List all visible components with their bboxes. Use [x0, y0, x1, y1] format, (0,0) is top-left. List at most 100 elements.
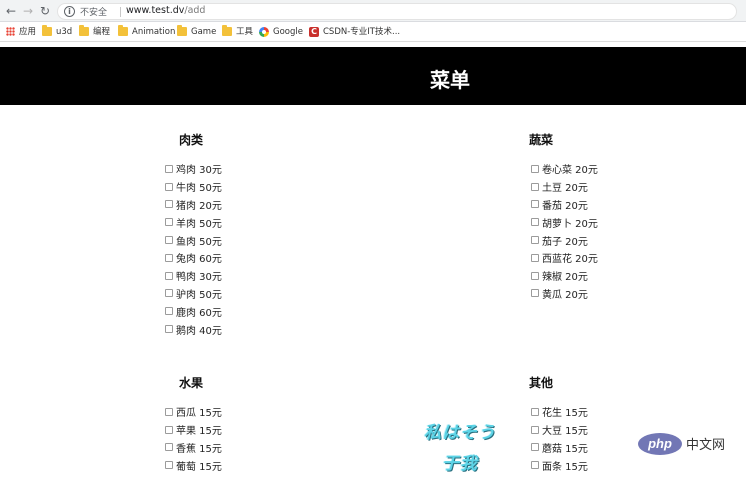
category-title: 肉类	[179, 133, 204, 147]
page-header: 菜单	[0, 47, 746, 105]
watermark: 私はそう 于我	[415, 418, 505, 479]
menu-item[interactable]: 鸡肉 30元	[165, 160, 222, 178]
google-icon	[259, 27, 269, 37]
item-checkbox[interactable]	[165, 182, 173, 191]
menu-item[interactable]: 苹果 15元	[165, 421, 222, 439]
item-checkbox[interactable]	[165, 164, 173, 173]
folder-icon	[79, 25, 89, 36]
item-label: 苹果 15元	[176, 426, 222, 438]
address-bar[interactable]: i 不安全 www.test.dv/add	[57, 3, 737, 20]
item-label: 鹿肉 60元	[176, 307, 222, 319]
menu-item[interactable]: 面条 15元	[531, 456, 588, 474]
item-checkbox[interactable]	[165, 271, 173, 280]
item-checkbox[interactable]	[531, 407, 539, 416]
bookmark-label: 应用	[19, 27, 37, 37]
item-checkbox[interactable]	[531, 164, 539, 173]
bookmark-google[interactable]: Google	[259, 26, 303, 38]
watermark-line: 私はそう	[424, 423, 496, 443]
item-label: 黄瓜 20元	[542, 289, 588, 301]
item-checkbox[interactable]	[165, 461, 173, 470]
page-title: 菜单	[430, 68, 470, 92]
bookmark-apps[interactable]: 应用	[6, 26, 36, 38]
folder-icon	[118, 25, 128, 36]
item-label: 西瓜 15元	[176, 408, 222, 420]
bookmark-label: 工具	[236, 27, 254, 37]
apps-icon	[6, 27, 15, 36]
menu-item[interactable]: 葡萄 15元	[165, 456, 222, 474]
menu-item[interactable]: 鹿肉 60元	[165, 302, 222, 320]
bookmark-csdn[interactable]: C CSDN-专业IT技术...	[309, 26, 400, 38]
item-checkbox[interactable]	[165, 218, 173, 227]
item-label: 鸭肉 30元	[176, 272, 222, 284]
forward-icon[interactable]: →	[20, 3, 36, 19]
item-checkbox[interactable]	[165, 443, 173, 452]
item-checkbox[interactable]	[531, 200, 539, 209]
item-label: 葡萄 15元	[176, 461, 222, 473]
bookmark-game[interactable]: Game	[177, 25, 216, 38]
php-site-name: 中文网	[686, 438, 726, 453]
item-checkbox[interactable]	[531, 425, 539, 434]
category-title: 其他	[529, 376, 554, 390]
menu-item[interactable]: 花生 15元	[531, 403, 588, 421]
item-checkbox[interactable]	[531, 182, 539, 191]
menu-item[interactable]: 猪肉 20元	[165, 196, 222, 214]
menu-item[interactable]: 大豆 15元	[531, 421, 588, 439]
menu-item[interactable]: 土豆 20元	[531, 178, 598, 196]
item-checkbox[interactable]	[165, 325, 173, 334]
item-checkbox[interactable]	[531, 461, 539, 470]
item-checkbox[interactable]	[531, 253, 539, 262]
bookmark-tools[interactable]: 工具	[222, 25, 254, 38]
menu-item[interactable]: 鹅肉 40元	[165, 320, 222, 338]
item-label: 茄子 20元	[542, 236, 588, 248]
item-checkbox[interactable]	[165, 307, 173, 316]
item-checkbox[interactable]	[165, 289, 173, 298]
menu-item[interactable]: 西蓝花 20元	[531, 249, 598, 267]
item-label: 土豆 20元	[542, 183, 588, 195]
menu-item[interactable]: 蘑菇 15元	[531, 439, 588, 457]
menu-item[interactable]: 鱼肉 50元	[165, 231, 222, 249]
bookmark-programming[interactable]: 编程	[79, 25, 110, 38]
item-label: 牛肉 50元	[176, 183, 222, 195]
menu-item[interactable]: 牛肉 50元	[165, 178, 222, 196]
item-checkbox[interactable]	[531, 271, 539, 280]
security-label: 不安全	[80, 8, 108, 18]
item-checkbox[interactable]	[165, 236, 173, 245]
menu-item[interactable]: 卷心菜 20元	[531, 160, 598, 178]
item-checkbox[interactable]	[531, 443, 539, 452]
bookmark-label: Animation	[132, 27, 176, 37]
menu-item[interactable]: 驴肉 50元	[165, 285, 222, 303]
item-checkbox[interactable]	[165, 407, 173, 416]
info-icon[interactable]: i	[64, 6, 75, 17]
item-checkbox[interactable]	[531, 218, 539, 227]
menu-item[interactable]: 羊肉 50元	[165, 213, 222, 231]
item-label: 面条 15元	[542, 461, 588, 473]
menu-item[interactable]: 茄子 20元	[531, 231, 598, 249]
url-text[interactable]: www.test.dv/add	[126, 5, 205, 16]
item-checkbox[interactable]	[165, 200, 173, 209]
menu-item[interactable]: 香蕉 15元	[165, 439, 222, 457]
item-label: 香蕉 15元	[176, 443, 222, 455]
bookmark-u3d[interactable]: u3d	[42, 25, 72, 38]
bookmark-animation[interactable]: Animation	[118, 25, 176, 38]
menu-item[interactable]: 辣椒 20元	[531, 267, 598, 285]
back-icon[interactable]: ←	[3, 3, 19, 19]
reload-icon[interactable]: ↻	[37, 3, 53, 19]
menu-item[interactable]: 番茄 20元	[531, 196, 598, 214]
menu-item[interactable]: 胡萝卜 20元	[531, 213, 598, 231]
item-checkbox[interactable]	[531, 289, 539, 298]
item-checkbox[interactable]	[531, 236, 539, 245]
php-logo-icon: php	[638, 433, 682, 455]
item-label: 辣椒 20元	[542, 272, 588, 284]
item-label: 驴肉 50元	[176, 289, 222, 301]
menu-item[interactable]: 鸭肉 30元	[165, 267, 222, 285]
category-other: 其他 花生 15元 大豆 15元 蘑菇 15元 面条 15元	[529, 374, 588, 474]
omnibox-divider	[120, 7, 121, 17]
menu-item[interactable]: 西瓜 15元	[165, 403, 222, 421]
category-title: 水果	[179, 376, 204, 390]
menu-item[interactable]: 黄瓜 20元	[531, 285, 598, 303]
item-checkbox[interactable]	[165, 253, 173, 262]
menu-item[interactable]: 兔肉 60元	[165, 249, 222, 267]
item-label: 鹅肉 40元	[176, 325, 222, 337]
category-vegetables: 蔬菜 卷心菜 20元 土豆 20元 番茄 20元 胡萝卜 20元 茄子 20元 …	[529, 131, 598, 303]
item-checkbox[interactable]	[165, 425, 173, 434]
